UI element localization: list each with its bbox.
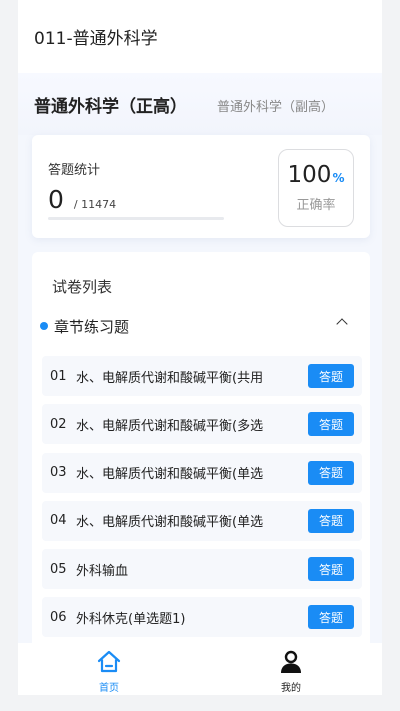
- accuracy-label: 正确率: [296, 198, 336, 213]
- item-title: 水、电解质代谢和酸碱平衡(单选: [76, 467, 264, 483]
- answer-button[interactable]: 答题: [308, 557, 354, 582]
- app-screen: 011-普通外科学 普通外科学（正高） 普通外科学（副高） 答题统计 0 / 1…: [18, 0, 382, 695]
- accuracy-box: 100% 正确率: [278, 149, 354, 227]
- list-item[interactable]: 06 外科休克(单选题1) 答题: [42, 597, 362, 638]
- tab-home[interactable]: 首页: [18, 643, 200, 695]
- paper-list: 01 水、电解质代谢和酸碱平衡(共用 答题 02 水、电解质代谢和酸碱平衡(多选 答题 03…: [42, 356, 362, 646]
- item-title: 水、电解质代谢和酸碱平衡(单选: [76, 515, 264, 531]
- user-icon: [281, 650, 301, 673]
- tab-home-label: 首页: [99, 683, 119, 694]
- item-title: 外科输血: [76, 563, 129, 579]
- list-item[interactable]: 03 水、电解质代谢和酸碱平衡(单选 答题: [42, 452, 362, 493]
- tab-mine-label: 我的: [281, 683, 301, 694]
- stats-card: 答题统计 0 / 11474 100% 正确率: [32, 135, 370, 238]
- page-title: 011-普通外科学: [34, 29, 158, 49]
- item-number: 04: [50, 513, 67, 529]
- page-header: 011-普通外科学: [18, 0, 382, 73]
- section-header[interactable]: 章节练习题: [40, 316, 360, 336]
- bottom-tab-bar: 首页 我的: [18, 643, 382, 695]
- item-number: 01: [50, 368, 67, 384]
- item-title: 水、电解质代谢和酸碱平衡(共用: [76, 370, 264, 386]
- tab-mine[interactable]: 我的: [200, 643, 382, 695]
- paper-list-title: 试卷列表: [52, 278, 113, 296]
- item-number: 06: [50, 609, 67, 625]
- item-number: 05: [50, 561, 67, 577]
- answered-count: 0: [48, 185, 64, 214]
- stats-title: 答题统计: [48, 163, 101, 178]
- section-label: 章节练习题: [54, 317, 130, 336]
- answer-button[interactable]: 答题: [308, 605, 354, 630]
- level-tab-senior[interactable]: 普通外科学（正高）: [34, 92, 187, 117]
- item-title: 外科休克(单选题1): [76, 611, 186, 627]
- item-title: 水、电解质代谢和酸碱平衡(多选: [76, 418, 264, 434]
- accuracy-value: 100: [287, 162, 332, 188]
- item-number: 03: [50, 465, 67, 481]
- paper-list-card: 试卷列表 章节练习题 01 水、电解质代谢和酸碱平衡(共用 答题 02 水、电解质代谢和…: [32, 252, 370, 652]
- item-number: 02: [50, 416, 67, 432]
- list-item[interactable]: 01 水、电解质代谢和酸碱平衡(共用 答题: [42, 356, 362, 396]
- chevron-up-icon[interactable]: [336, 318, 348, 330]
- level-tabs: 普通外科学（正高） 普通外科学（副高）: [18, 73, 382, 135]
- answer-button[interactable]: 答题: [308, 460, 354, 485]
- list-item[interactable]: 02 水、电解质代谢和酸碱平衡(多选 答题: [42, 404, 362, 445]
- total-count: / 11474: [73, 198, 117, 211]
- answer-button[interactable]: 答题: [308, 508, 354, 533]
- accuracy-unit: %: [332, 171, 345, 185]
- accuracy-value-line: 100%: [279, 162, 353, 188]
- section-dot-icon: [40, 322, 48, 330]
- stats-count: 0 / 11474: [48, 185, 116, 214]
- level-tab-associate[interactable]: 普通外科学（副高）: [217, 96, 334, 115]
- home-icon: [97, 650, 121, 673]
- list-item[interactable]: 05 外科输血 答题: [42, 549, 362, 590]
- list-item[interactable]: 04 水、电解质代谢和酸碱平衡(单选 答题: [42, 500, 362, 541]
- progress-bar: [48, 217, 224, 220]
- answer-button[interactable]: 答题: [308, 412, 354, 437]
- answer-button[interactable]: 答题: [308, 364, 354, 388]
